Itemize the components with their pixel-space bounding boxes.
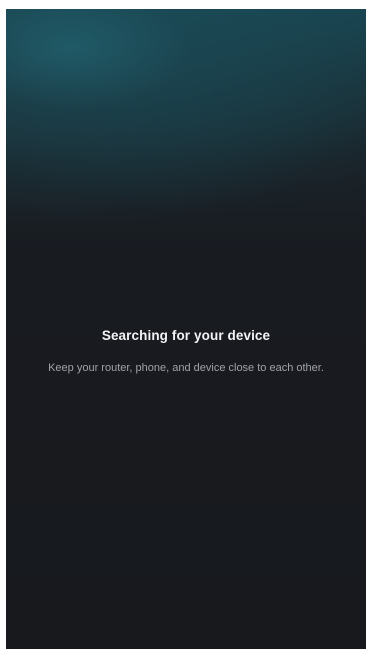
search-instructions: Keep your router, phone, and device clos… <box>48 362 324 374</box>
search-title: Searching for your device <box>101 328 271 343</box>
search-status-block: Searching for your device Keep your rout… <box>6 327 366 375</box>
screenshot-frame: Searching for your device Keep your rout… <box>0 0 372 657</box>
device-search-screen: Searching for your device Keep your rout… <box>6 9 366 649</box>
